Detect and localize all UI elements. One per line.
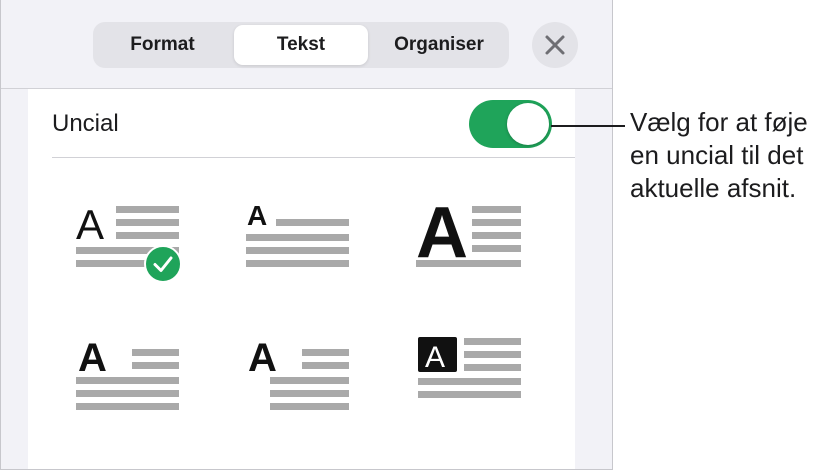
callout-leader-line bbox=[551, 125, 625, 127]
callout-line-2: en uncial til det bbox=[630, 140, 804, 170]
text-format-panel: Format Tekst Organiser Uncial A A A A A … bbox=[0, 0, 613, 470]
uncial-label: Uncial bbox=[52, 110, 119, 137]
svg-text:A: A bbox=[247, 200, 267, 231]
uncial-card: Uncial A A A A A A bbox=[28, 89, 575, 469]
close-x-icon bbox=[545, 35, 565, 55]
svg-text:A: A bbox=[425, 341, 445, 374]
toggle-knob bbox=[507, 103, 549, 145]
close-button[interactable] bbox=[532, 22, 578, 68]
callout-line-3: aktuelle afsnit. bbox=[630, 173, 797, 203]
tab-tekst[interactable]: Tekst bbox=[234, 25, 368, 65]
uncial-toggle[interactable] bbox=[469, 100, 552, 148]
uncial-style-option-6[interactable]: A bbox=[416, 329, 536, 419]
svg-text:A: A bbox=[248, 336, 277, 380]
callout-text: Vælg for at føje en uncial til det aktue… bbox=[630, 106, 838, 205]
checkmark-circle-icon bbox=[144, 245, 182, 283]
tab-organiser[interactable]: Organiser bbox=[372, 25, 506, 65]
tab-format[interactable]: Format bbox=[96, 25, 229, 65]
uncial-style-bold-icon: A bbox=[76, 336, 179, 410]
uncial-style-option-4[interactable]: A bbox=[76, 329, 196, 419]
uncial-style-option-2[interactable]: A bbox=[246, 199, 366, 289]
uncial-style-bold-offset-icon: A bbox=[248, 336, 349, 410]
uncial-style-boxed-icon: A bbox=[418, 337, 521, 398]
svg-text:A: A bbox=[76, 201, 104, 248]
segmented-control: Format Tekst Organiser bbox=[93, 22, 509, 68]
uncial-style-bold-large-icon: A bbox=[416, 199, 521, 273]
uncial-style-small-icon: A bbox=[246, 200, 349, 267]
uncial-style-option-3[interactable]: A bbox=[416, 199, 536, 289]
uncial-style-option-1[interactable]: A bbox=[76, 199, 196, 289]
svg-text:A: A bbox=[78, 336, 107, 380]
callout-line-1: Vælg for at føje bbox=[630, 107, 808, 137]
uncial-style-option-5[interactable]: A bbox=[246, 329, 366, 419]
uncial-divider bbox=[52, 157, 575, 158]
